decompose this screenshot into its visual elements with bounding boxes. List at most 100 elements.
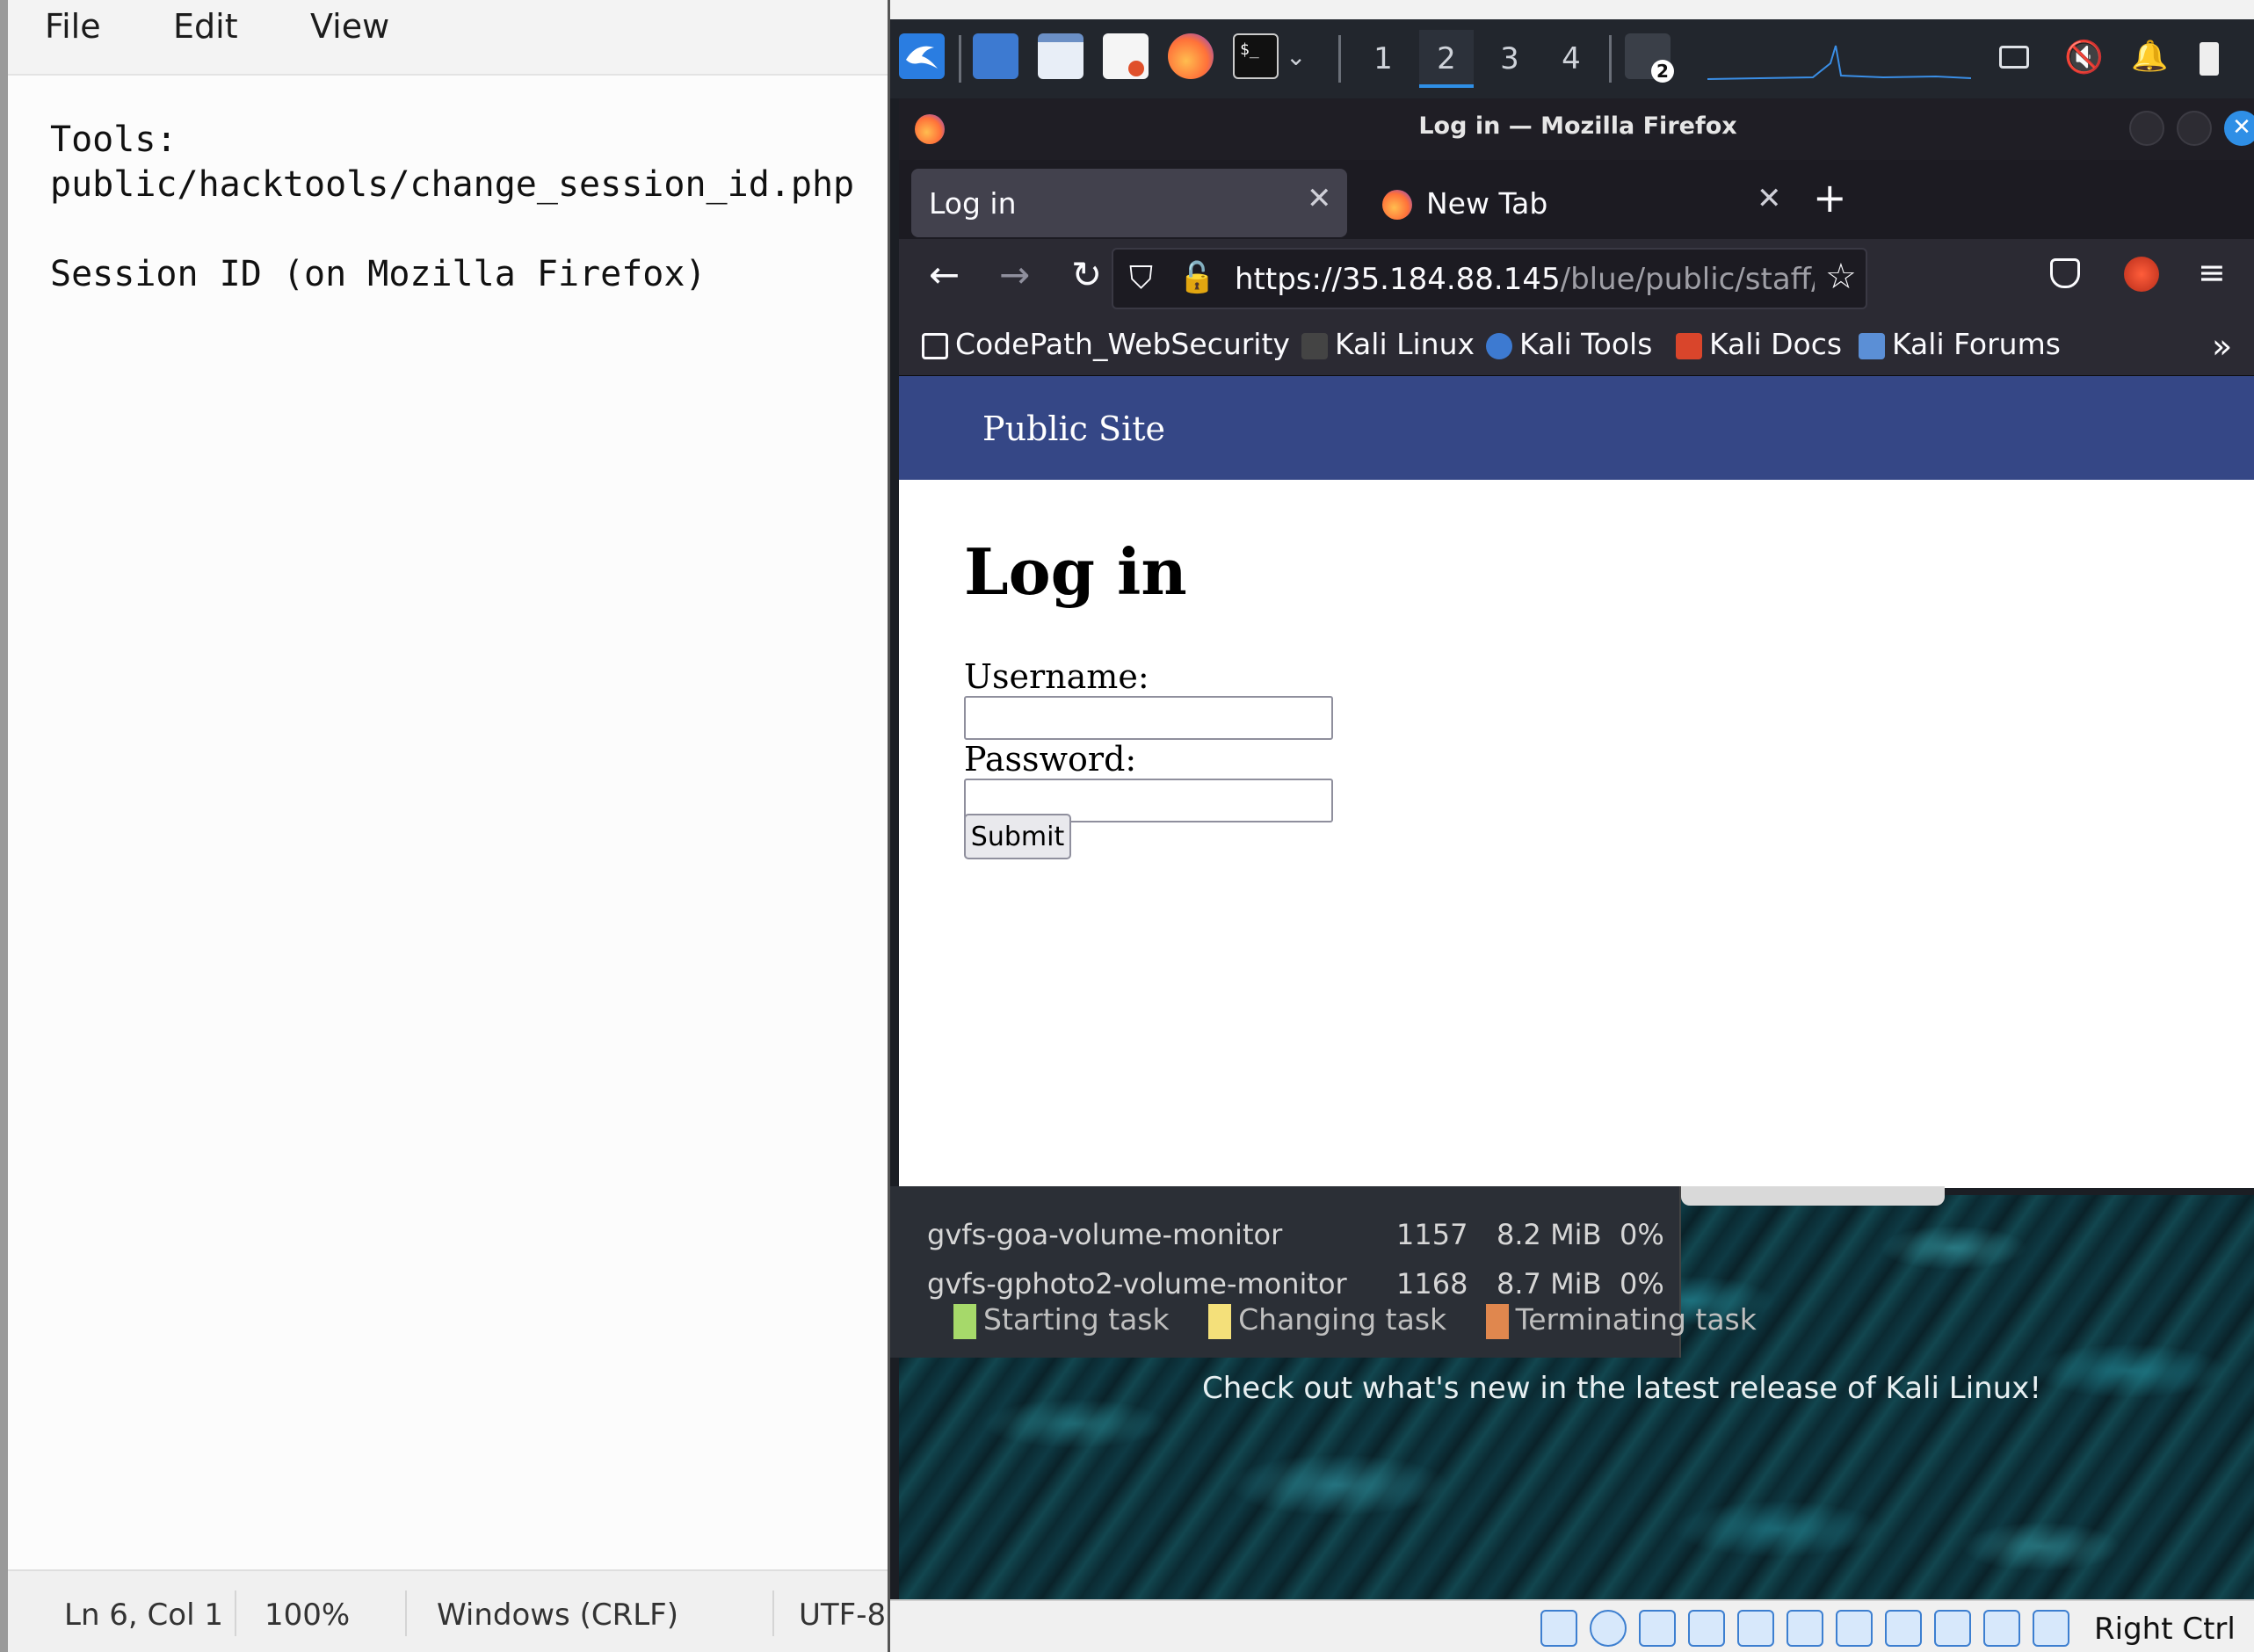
panel-divider xyxy=(1609,35,1612,83)
bookmark-kali-docs[interactable]: Kali Docs xyxy=(1676,327,1842,361)
bookmark-codepath[interactable]: CodePath_WebSecurity xyxy=(922,327,1290,361)
volume-muted-icon[interactable]: 🔇 xyxy=(2064,39,2104,76)
process-cpu: 0% xyxy=(1620,1218,1664,1251)
battery-icon[interactable] xyxy=(2200,42,2219,76)
usb-icon[interactable] xyxy=(1737,1610,1774,1647)
legend-swatch xyxy=(1208,1303,1232,1339)
workspace-1[interactable]: 1 xyxy=(1356,30,1410,88)
process-memory: 8.2 MiB xyxy=(1497,1218,1602,1251)
audio-icon[interactable] xyxy=(1639,1610,1676,1647)
cpu-icon[interactable] xyxy=(1934,1610,1971,1647)
shield-icon[interactable]: ⛉ xyxy=(1129,260,1153,297)
legend-swatch xyxy=(1485,1303,1509,1339)
kali-news-text[interactable]: Check out what's new in the latest relea… xyxy=(1202,1371,2041,1406)
optical-drive-icon[interactable] xyxy=(1590,1610,1627,1647)
menu-view[interactable]: View xyxy=(310,0,389,53)
legend-swatch xyxy=(953,1303,976,1339)
task-switcher-icon[interactable]: 2 xyxy=(1625,33,1674,83)
hard-disk-icon[interactable] xyxy=(1540,1610,1577,1647)
bookmark-kali-tools[interactable]: Kali Tools xyxy=(1486,327,1652,361)
workspace-3[interactable]: 3 xyxy=(1482,30,1537,88)
firefox-icon[interactable] xyxy=(1168,33,1214,79)
files-icon[interactable] xyxy=(1038,33,1084,79)
maximize-button[interactable] xyxy=(2177,111,2212,146)
workspace-4[interactable]: 4 xyxy=(1544,30,1598,88)
vm-menubar xyxy=(890,0,2254,19)
password-label: Password: xyxy=(964,740,1137,779)
menu-file[interactable]: File xyxy=(45,0,101,53)
extension-icon[interactable] xyxy=(2124,257,2159,292)
hamburger-menu-icon[interactable]: ≡ xyxy=(2198,253,2226,292)
username-label: Username: xyxy=(964,657,1149,696)
url-bar[interactable]: ⛉ 🔓 https://35.184.88.145/blue/public/st… xyxy=(1112,248,1867,309)
back-icon[interactable]: ← xyxy=(929,253,960,296)
panel-divider xyxy=(1338,35,1341,83)
bookmarks-overflow-icon[interactable]: » xyxy=(2212,327,2232,366)
mouse-integration-icon[interactable] xyxy=(1983,1610,2020,1647)
text-editor-icon[interactable] xyxy=(1103,33,1149,79)
status-divider xyxy=(772,1590,774,1636)
process-pid: 1168 xyxy=(1396,1267,1468,1301)
url-text: https://35.184.88.145/blue/public/staff/… xyxy=(1235,262,1815,297)
tab-log-in[interactable]: Log in ✕ xyxy=(911,169,1347,237)
shared-folders-icon[interactable] xyxy=(1787,1610,1823,1647)
process-name: gvfs-gphoto2-volume-monitor xyxy=(927,1267,1347,1301)
network-icon[interactable] xyxy=(1688,1610,1725,1647)
menu-edit[interactable]: Edit xyxy=(173,0,238,53)
terminal-icon[interactable]: $_ xyxy=(1233,33,1279,79)
pocket-icon[interactable] xyxy=(2050,258,2080,288)
tab-close-icon[interactable]: ✕ xyxy=(1307,181,1332,216)
folder-icon xyxy=(922,332,948,359)
recording-icon[interactable] xyxy=(1885,1610,1922,1647)
display-icon[interactable] xyxy=(1836,1610,1873,1647)
scrollbar[interactable] xyxy=(1681,1186,1945,1206)
keyboard-capture-icon[interactable] xyxy=(2033,1610,2069,1647)
virtualbox-statusbar: Right Ctrl xyxy=(890,1599,2254,1652)
cursor-position: Ln 6, Col 1 xyxy=(64,1598,223,1633)
minimize-button[interactable] xyxy=(2129,111,2164,146)
close-icon[interactable]: ✕ xyxy=(2224,111,2254,146)
chevron-down-icon[interactable]: ⌄ xyxy=(1286,42,1306,71)
task-count-badge: 2 xyxy=(1651,60,1674,83)
zoom-level: 100% xyxy=(265,1598,351,1633)
bookmark-star-icon[interactable]: ☆ xyxy=(1825,257,1857,297)
display-icon[interactable] xyxy=(1999,46,2029,69)
tab-strip: Log in ✕ New Tab ✕ + xyxy=(899,160,2254,239)
bookmark-kali-linux[interactable]: Kali Linux xyxy=(1301,327,1475,361)
page-content: Public Site Log in Username: Password: S… xyxy=(899,376,2254,1188)
kali-top-panel: $_ ⌄ 1 2 3 4 2 🔇 🔔 xyxy=(890,19,2254,98)
tab-close-icon[interactable]: ✕ xyxy=(1757,181,1782,216)
site-title[interactable]: Public Site xyxy=(982,409,1165,448)
notifications-icon[interactable]: 🔔 xyxy=(2131,39,2168,74)
status-divider xyxy=(405,1590,407,1636)
tab-new-tab[interactable]: New Tab ✕ xyxy=(1361,169,1783,237)
lock-warning-icon[interactable]: 🔓 xyxy=(1178,260,1215,295)
system-monitor-window: gvfs-goa-volume-monitor 1157 8.2 MiB 0% … xyxy=(890,1186,1945,1358)
encoding: UTF-8 xyxy=(799,1598,887,1633)
kali-forums-icon xyxy=(1859,332,1885,359)
desktop-icon[interactable] xyxy=(973,33,1018,79)
bookmark-label: Kali Linux xyxy=(1335,327,1475,361)
forward-icon[interactable]: → xyxy=(999,253,1030,296)
legend-label: Starting task xyxy=(983,1302,1170,1337)
host-key-label: Right Ctrl xyxy=(2094,1612,2236,1647)
firefox-window: Log in — Mozilla Firefox ✕ Log in ✕ New … xyxy=(899,98,2254,1188)
kali-menu-icon[interactable] xyxy=(899,33,945,79)
workspace-2[interactable]: 2 xyxy=(1419,30,1474,88)
notepad-text-area[interactable]: Tools: public/hacktools/change_session_i… xyxy=(8,76,888,1569)
cpu-graph xyxy=(1707,45,1971,80)
tab-label: New Tab xyxy=(1426,186,1548,221)
notepad-statusbar: Ln 6, Col 1 100% Windows (CRLF) UTF-8 xyxy=(8,1569,888,1652)
reload-icon[interactable]: ↻ xyxy=(1071,253,1102,296)
legend-changing: Changing task xyxy=(1208,1302,1446,1339)
navigation-toolbar: ← → ↻ ⌂ ⛉ 🔓 https://35.184.88.145/blue/p… xyxy=(899,239,2254,316)
window-title: Log in — Mozilla Firefox xyxy=(1418,112,1737,140)
line-ending: Windows (CRLF) xyxy=(437,1598,678,1633)
new-tab-button[interactable]: + xyxy=(1813,174,1847,221)
notepad-window: File Edit View Tools: public/hacktools/c… xyxy=(0,0,888,1652)
username-input[interactable] xyxy=(964,696,1333,740)
submit-button[interactable]: Submit xyxy=(964,814,1071,859)
bookmark-kali-forums[interactable]: Kali Forums xyxy=(1859,327,2061,361)
process-pid: 1157 xyxy=(1396,1218,1468,1251)
site-header: Public Site xyxy=(899,376,2254,480)
